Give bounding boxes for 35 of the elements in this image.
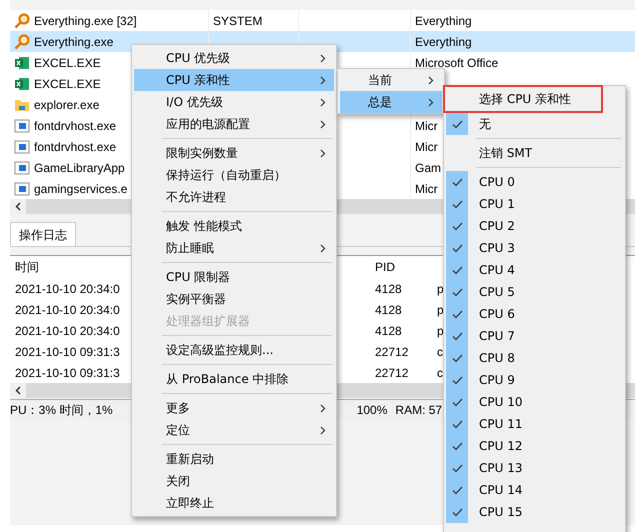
process-name: Everything.exe [32]	[34, 14, 137, 26]
ram-status: RAM: 57	[395, 403, 442, 417]
description-cell: Everything	[415, 36, 472, 48]
description-cell: Gam	[415, 162, 442, 174]
process-cell: p	[437, 302, 444, 316]
time-cell: 2021-10-10 20:34:0	[15, 324, 120, 338]
user-cell: SYSTEM	[213, 14, 262, 26]
cpu-status: PU：3% 时间，1%	[10, 402, 113, 418]
process-name: EXCEL.EXE	[34, 78, 101, 90]
pid-cell: 22712	[375, 344, 408, 358]
process-name: explorer.exe	[34, 98, 100, 110]
process-name: EXCEL.EXE	[34, 56, 101, 68]
time-cell: 2021-10-10 09:31:3	[15, 344, 120, 358]
process-cell: p	[437, 282, 444, 296]
time-cell: 2021-10-10 20:34:0	[15, 282, 120, 296]
process-name: Everything.exe	[34, 36, 114, 48]
pid-cell: 4128	[375, 302, 402, 316]
pid-cell: 4128	[375, 282, 402, 296]
description-cell: Microsoft Office	[415, 56, 498, 68]
process-cell: c	[437, 344, 443, 358]
process-cell: c	[437, 366, 443, 380]
pid-cell: 4128	[375, 324, 402, 338]
description-cell: Micr	[415, 120, 438, 132]
process-name: fontdrvhost.exe	[34, 120, 116, 132]
pid-cell: 22712	[375, 366, 408, 380]
time-cell: 2021-10-10 09:31:3	[15, 366, 120, 380]
time-cell: 2021-10-10 20:34:0	[15, 302, 120, 316]
process-name: fontdrvhost.exe	[34, 140, 116, 152]
process-name: GameLibraryApp	[34, 162, 125, 174]
description-cell: Everything	[415, 14, 472, 26]
process-cell: p	[437, 324, 444, 338]
description-cell: Micr	[415, 182, 438, 194]
process-name: gamingservices.e	[34, 182, 128, 194]
description-cell: Micr	[415, 140, 438, 152]
load-status: 100%	[356, 403, 388, 417]
